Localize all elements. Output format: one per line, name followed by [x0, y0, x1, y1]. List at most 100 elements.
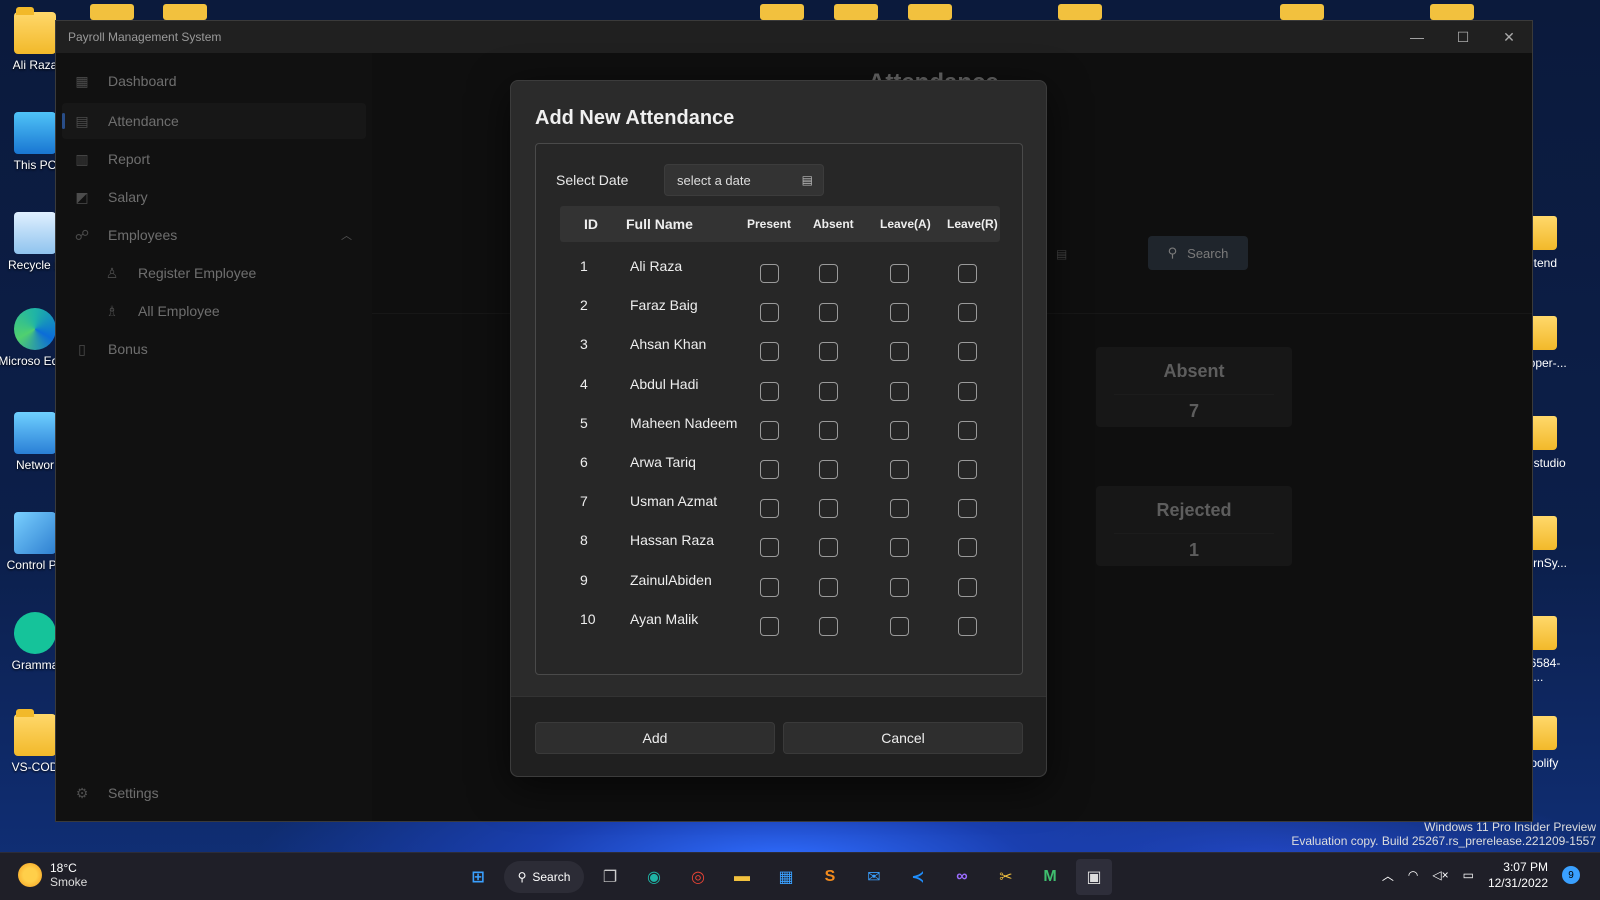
column-header-name: Full Name — [626, 216, 693, 232]
leave-a-checkbox[interactable] — [890, 381, 909, 401]
absent-checkbox[interactable] — [819, 499, 838, 519]
visual-studio-icon[interactable]: ∞ — [944, 859, 980, 895]
cancel-button[interactable]: Cancel — [783, 722, 1023, 754]
taskbar-apps: ⊞ ⚲ Search ❐ ◉ ◎ ▬ ▦ S ✉ ≺ ∞ ✂ M ▣ — [460, 859, 1112, 895]
sublime-icon[interactable]: S — [812, 859, 848, 895]
absent-checkbox[interactable] — [819, 264, 838, 283]
absent-checkbox[interactable] — [819, 381, 838, 401]
store-icon[interactable]: ▦ — [768, 859, 804, 895]
column-header-leave-a: Leave(A) — [880, 217, 931, 231]
leave-a-checkbox[interactable] — [890, 577, 909, 597]
employee-name: Faraz Baig — [630, 297, 698, 314]
column-header-absent: Absent — [813, 217, 854, 231]
leave-r-checkbox[interactable] — [958, 577, 977, 597]
present-checkbox[interactable] — [760, 303, 779, 323]
absent-checkbox[interactable] — [819, 342, 838, 362]
window-controls: — ☐ ✕ — [1394, 21, 1532, 53]
employee-name: Maheen Nadeem — [630, 414, 738, 431]
leave-r-checkbox[interactable] — [958, 538, 977, 558]
mail-icon[interactable]: ✉ — [856, 859, 892, 895]
leave-a-checkbox[interactable] — [890, 616, 909, 636]
leave-r-checkbox[interactable] — [958, 616, 977, 636]
snipping-tool-icon[interactable]: ✂ — [988, 859, 1024, 895]
folder-icon — [834, 4, 878, 20]
absent-checkbox[interactable] — [819, 577, 838, 597]
table-row: 8 Hassan Raza — [536, 532, 1024, 571]
employee-id: 3 — [580, 336, 588, 353]
wifi-icon[interactable]: ◠ — [1408, 868, 1418, 882]
present-checkbox[interactable] — [760, 264, 779, 283]
absent-checkbox[interactable] — [819, 616, 838, 636]
employee-id: 10 — [580, 610, 596, 627]
control-panel-icon — [14, 512, 56, 554]
edge-icon[interactable]: ◉ — [636, 859, 672, 895]
chrome-icon[interactable]: ◎ — [680, 859, 716, 895]
absent-checkbox[interactable] — [819, 303, 838, 323]
maximize-button[interactable]: ☐ — [1440, 21, 1486, 53]
employee-name: Ayan Malik — [630, 610, 699, 627]
leave-a-checkbox[interactable] — [890, 420, 909, 440]
date-picker[interactable]: select a date ▤ — [664, 164, 824, 196]
add-button[interactable]: Add — [535, 722, 775, 754]
employee-name: Ahsan Khan — [630, 336, 707, 353]
leave-r-checkbox[interactable] — [958, 420, 977, 440]
payroll-app-icon[interactable]: ▣ — [1076, 859, 1112, 895]
absent-checkbox[interactable] — [819, 538, 838, 558]
present-checkbox[interactable] — [760, 381, 779, 401]
leave-r-checkbox[interactable] — [958, 303, 977, 323]
folder-icon — [163, 4, 207, 20]
present-checkbox[interactable] — [760, 538, 779, 558]
file-explorer-icon[interactable]: ▬ — [724, 859, 760, 895]
column-header-id: ID — [584, 216, 598, 232]
present-checkbox[interactable] — [760, 499, 779, 519]
leave-r-checkbox[interactable] — [958, 264, 977, 283]
leave-a-checkbox[interactable] — [890, 499, 909, 519]
dialog-title: Add New Attendance — [535, 107, 735, 129]
grammarly-icon — [14, 612, 56, 654]
battery-icon[interactable]: ▭ — [1463, 868, 1474, 882]
folder-icon — [760, 4, 804, 20]
employee-id: 1 — [580, 258, 588, 274]
leave-r-checkbox[interactable] — [958, 342, 977, 362]
date-placeholder: select a date — [677, 172, 751, 188]
date-label: Select Date — [556, 172, 629, 188]
taskbar-search[interactable]: ⚲ Search — [504, 861, 584, 893]
employee-id: 9 — [580, 571, 588, 588]
absent-checkbox[interactable] — [819, 420, 838, 440]
absent-checkbox[interactable] — [819, 460, 838, 479]
calendar-icon[interactable]: ▤ — [802, 173, 813, 187]
leave-a-checkbox[interactable] — [890, 303, 909, 323]
leave-a-checkbox[interactable] — [890, 538, 909, 558]
present-checkbox[interactable] — [760, 420, 779, 440]
clock[interactable]: 3:07 PM 12/31/2022 — [1488, 859, 1548, 891]
title-bar[interactable]: Payroll Management System — [56, 21, 1532, 53]
weather-widget[interactable]: 18°C Smoke — [18, 861, 87, 889]
table-row: 3 Ahsan Khan — [536, 336, 1024, 375]
weather-sun-icon — [18, 863, 42, 887]
leave-r-checkbox[interactable] — [958, 460, 977, 479]
speaker-muted-icon[interactable]: ◁× — [1432, 868, 1448, 882]
user-folder-icon — [14, 7, 56, 54]
minimize-button[interactable]: — — [1394, 21, 1440, 53]
leave-a-checkbox[interactable] — [890, 342, 909, 362]
windows-start-icon[interactable]: ⊞ — [460, 859, 496, 895]
present-checkbox[interactable] — [760, 577, 779, 597]
notification-badge[interactable]: 9 — [1562, 866, 1580, 884]
leave-a-checkbox[interactable] — [890, 264, 909, 283]
mongodb-compass-icon[interactable]: M — [1032, 859, 1068, 895]
present-checkbox[interactable] — [760, 616, 779, 636]
attendance-form: Select Date select a date ▤ ID Full Name… — [535, 143, 1023, 675]
chevron-up-icon[interactable]: ︿ — [1382, 867, 1394, 884]
employee-id: 4 — [580, 375, 588, 392]
add-attendance-dialog: Add New Attendance Select Date select a … — [510, 80, 1047, 777]
close-button[interactable]: ✕ — [1486, 21, 1532, 53]
present-checkbox[interactable] — [760, 342, 779, 362]
present-checkbox[interactable] — [760, 460, 779, 479]
table-row: 1 Ali Raza — [536, 258, 1024, 297]
leave-r-checkbox[interactable] — [958, 381, 977, 401]
leave-a-checkbox[interactable] — [890, 460, 909, 479]
search-icon: ⚲ — [517, 870, 527, 884]
leave-r-checkbox[interactable] — [958, 499, 977, 519]
vscode-icon[interactable]: ≺ — [900, 859, 936, 895]
task-view-icon[interactable]: ❐ — [592, 859, 628, 895]
